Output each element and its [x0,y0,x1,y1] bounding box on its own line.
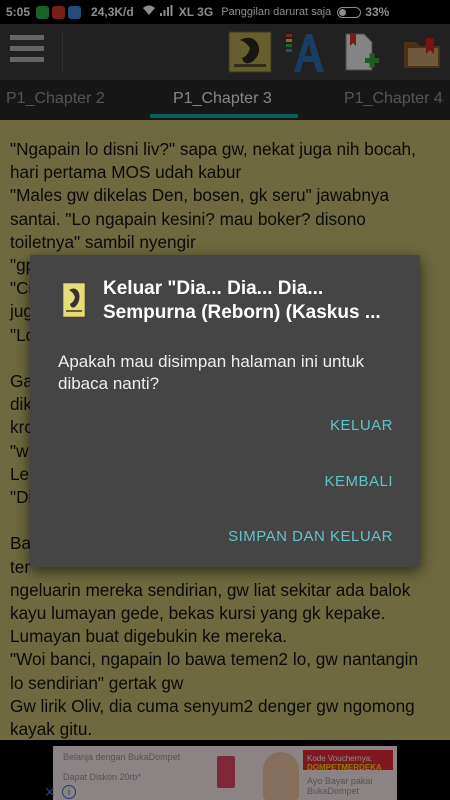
exit-dialog: Keluar "Dia... Dia... Dia... Sempurna (R… [30,255,420,567]
dialog-message: Apakah mau disimpan halaman ini untuk di… [58,352,365,393]
book-cover-icon [62,282,86,318]
exit-button[interactable]: KELUAR [330,417,393,434]
back-button[interactable]: KEMBALI [324,473,393,490]
save-and-exit-button[interactable]: SIMPAN DAN KELUAR [228,528,393,545]
dialog-title: Keluar "Dia... Dia... Dia... Sempurna (R… [103,278,381,323]
